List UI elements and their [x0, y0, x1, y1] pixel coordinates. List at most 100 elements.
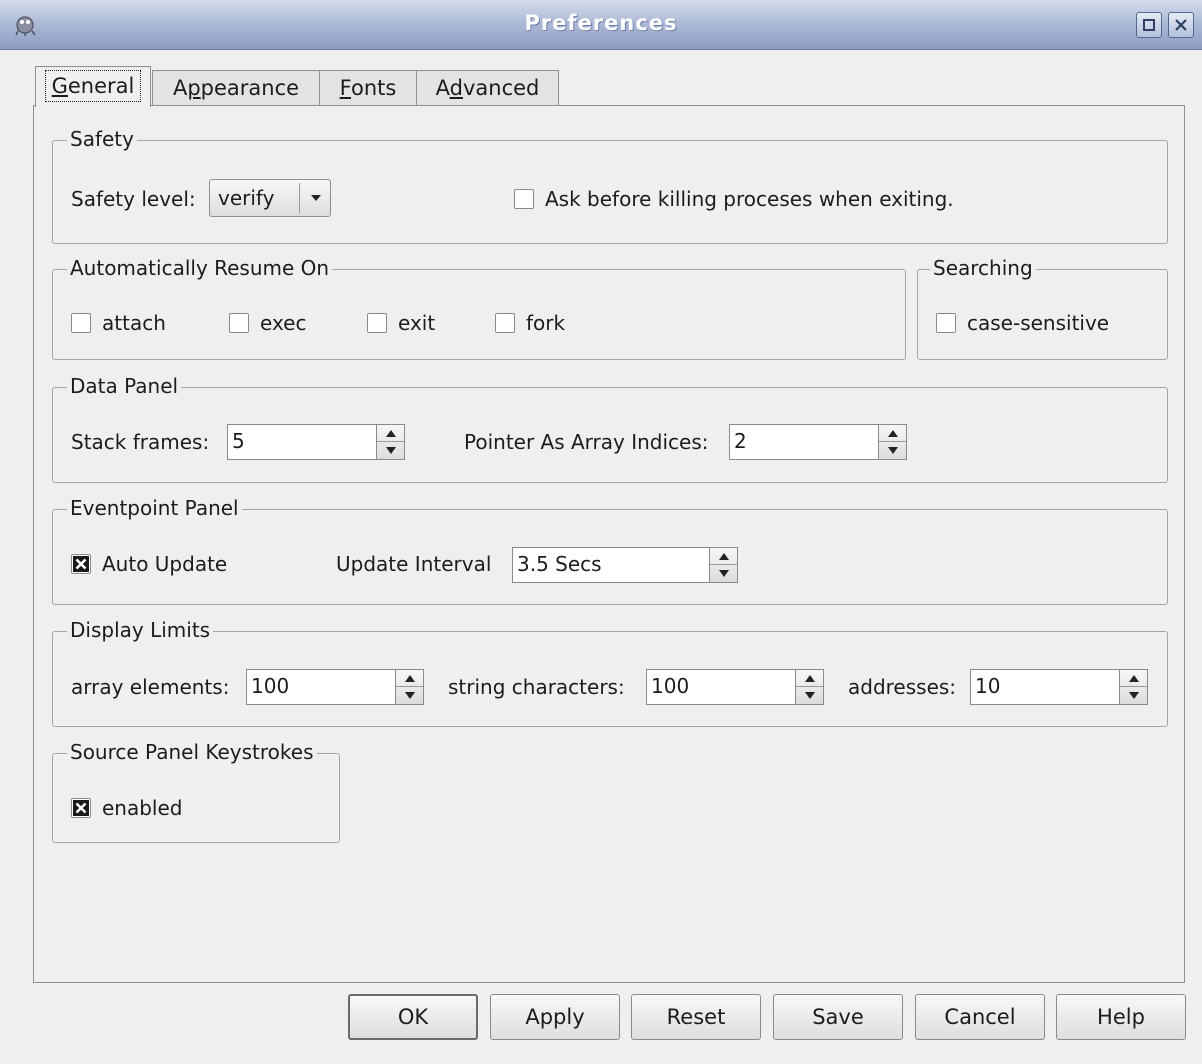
- update-interval-label: Update Interval: [336, 552, 492, 576]
- pointer-indices-spin-buttons[interactable]: [878, 424, 907, 460]
- array-elements-spinner[interactable]: 100: [246, 669, 424, 705]
- tab-appearance-label: Appearance: [173, 73, 299, 103]
- spin-up-icon[interactable]: [1128, 674, 1140, 683]
- spin-up-icon[interactable]: [718, 552, 730, 561]
- data-panel-group: Data Panel Stack frames: 5 Pointer As Ar…: [52, 373, 1168, 483]
- general-tab-pane: Safety Safety level: verify Ask before k…: [33, 105, 1185, 983]
- pointer-indices-input[interactable]: 2: [729, 424, 879, 460]
- addresses-input[interactable]: 10: [970, 669, 1120, 705]
- case-sensitive-label: case-sensitive: [967, 311, 1110, 335]
- resume-group: Automatically Resume On attach exec exit…: [52, 255, 906, 360]
- searching-group-title: Searching: [930, 255, 1036, 281]
- pointer-indices-label: Pointer As Array Indices:: [464, 430, 709, 454]
- string-characters-spinner[interactable]: 100: [646, 669, 824, 705]
- auto-update-checkbox[interactable]: [71, 554, 91, 574]
- spin-down-icon[interactable]: [718, 569, 730, 578]
- ask-kill-label: Ask before killing proceses when exiting…: [545, 187, 954, 211]
- spin-divider: [1120, 686, 1147, 687]
- close-icon: [1175, 19, 1187, 31]
- spin-divider: [377, 441, 404, 442]
- close-button[interactable]: [1168, 12, 1194, 38]
- addresses-spin-buttons[interactable]: [1119, 669, 1148, 705]
- stack-frames-label: Stack frames:: [71, 430, 210, 454]
- maximize-button[interactable]: [1136, 12, 1162, 38]
- checkmark-x-icon: [73, 556, 89, 572]
- spin-down-icon[interactable]: [804, 691, 816, 700]
- string-characters-spin-buttons[interactable]: [795, 669, 824, 705]
- resume-exec-checkbox[interactable]: [229, 313, 249, 333]
- addresses-spinner[interactable]: 10: [970, 669, 1148, 705]
- tab-appearance[interactable]: Appearance: [152, 70, 320, 106]
- checkmark-x-icon: [73, 800, 89, 816]
- tab-general-mnemonic: G: [51, 74, 68, 98]
- stack-frames-spin-buttons[interactable]: [376, 424, 405, 460]
- chevron-down-icon: [311, 195, 321, 201]
- resume-attach-checkbox[interactable]: [71, 313, 91, 333]
- ask-kill-checkbox[interactable]: [514, 189, 534, 209]
- update-interval-input[interactable]: 3.5 Secs: [512, 547, 710, 583]
- eventpoint-group-title: Eventpoint Panel: [67, 495, 242, 521]
- data-panel-group-title: Data Panel: [67, 373, 182, 399]
- resume-exec-label: exec: [260, 311, 307, 335]
- help-button[interactable]: Help: [1056, 994, 1186, 1040]
- cancel-button[interactable]: Cancel: [915, 994, 1045, 1040]
- tab-advanced-pre: A: [435, 76, 450, 100]
- spin-down-icon[interactable]: [1128, 691, 1140, 700]
- array-elements-label: array elements:: [71, 675, 230, 699]
- display-limits-group-title: Display Limits: [67, 617, 214, 643]
- tab-advanced-mnemonic: d: [449, 76, 463, 100]
- stack-frames-spinner[interactable]: 5: [227, 424, 405, 460]
- resume-fork-label: fork: [526, 311, 566, 335]
- stack-frames-input[interactable]: 5: [227, 424, 377, 460]
- spin-down-icon[interactable]: [887, 446, 899, 455]
- spin-divider: [396, 686, 423, 687]
- keystrokes-enabled-label: enabled: [102, 796, 183, 820]
- ok-button[interactable]: OK: [348, 994, 478, 1040]
- tab-general-label: General: [44, 70, 142, 102]
- spin-up-icon[interactable]: [887, 429, 899, 438]
- safety-group: Safety Safety level: verify Ask before k…: [52, 126, 1168, 244]
- tab-fonts-post: onts: [351, 76, 397, 100]
- tab-advanced[interactable]: Advanced: [416, 70, 559, 106]
- reset-button[interactable]: Reset: [631, 994, 761, 1040]
- tab-advanced-post: vanced: [462, 76, 540, 100]
- tab-general-post: eneral: [67, 74, 135, 98]
- auto-update-label: Auto Update: [102, 552, 228, 576]
- resume-fork-checkbox[interactable]: [495, 313, 515, 333]
- tab-appearance-post: pearance: [200, 76, 300, 100]
- update-interval-spin-buttons[interactable]: [709, 547, 738, 583]
- case-sensitive-checkbox[interactable]: [936, 313, 956, 333]
- safety-level-label: Safety level:: [71, 187, 196, 211]
- eventpoint-group: Eventpoint Panel Auto Update Update Inte…: [52, 495, 1168, 605]
- resume-exit-checkbox[interactable]: [367, 313, 387, 333]
- tab-advanced-label: Advanced: [436, 73, 540, 103]
- window-title: Preferences: [524, 11, 678, 35]
- update-interval-spinner[interactable]: 3.5 Secs: [512, 547, 738, 583]
- spin-up-icon[interactable]: [804, 674, 816, 683]
- save-button[interactable]: Save: [773, 994, 903, 1040]
- spin-up-icon[interactable]: [404, 674, 416, 683]
- tab-fonts-label: Fonts: [340, 73, 397, 103]
- string-characters-input[interactable]: 100: [646, 669, 796, 705]
- string-characters-label: string characters:: [448, 675, 625, 699]
- array-elements-spin-buttons[interactable]: [395, 669, 424, 705]
- display-limits-group: Display Limits array elements: 100 strin…: [52, 617, 1168, 727]
- tab-general[interactable]: General: [35, 66, 151, 107]
- spin-up-icon[interactable]: [385, 429, 397, 438]
- safety-level-dropdown[interactable]: verify: [209, 179, 331, 217]
- spin-down-icon[interactable]: [404, 691, 416, 700]
- pointer-indices-spinner[interactable]: 2: [729, 424, 907, 460]
- searching-group: Searching case-sensitive: [917, 255, 1168, 360]
- tab-appearance-mnemonic: p: [187, 76, 201, 100]
- tab-fonts[interactable]: Fonts: [319, 70, 417, 106]
- tab-fonts-mnemonic: F: [339, 76, 351, 100]
- safety-group-title: Safety: [67, 126, 137, 152]
- resume-group-title: Automatically Resume On: [67, 255, 333, 281]
- array-elements-input[interactable]: 100: [246, 669, 396, 705]
- title-bar[interactable]: Preferences: [0, 0, 1202, 50]
- addresses-label: addresses:: [848, 675, 957, 699]
- apply-button[interactable]: Apply: [490, 994, 620, 1040]
- keystrokes-enabled-checkbox[interactable]: [71, 798, 91, 818]
- dropdown-separator: [299, 183, 300, 213]
- spin-down-icon[interactable]: [385, 446, 397, 455]
